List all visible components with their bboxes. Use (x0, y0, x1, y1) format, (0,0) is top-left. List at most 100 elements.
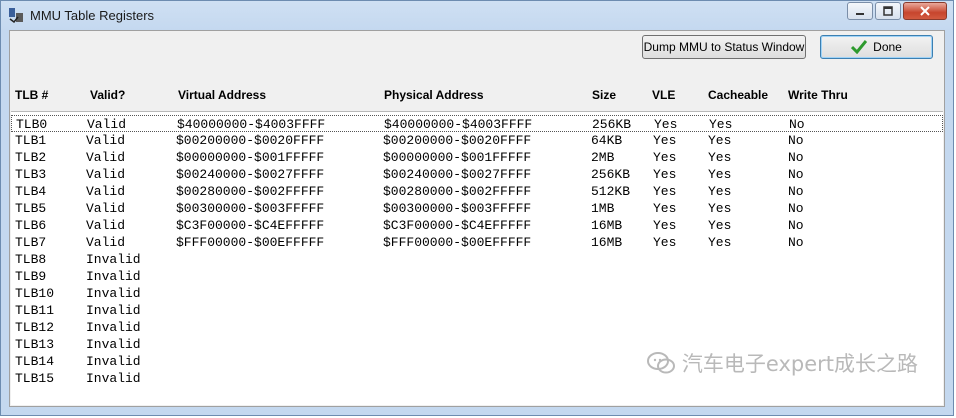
tlb-cell: TLB6 (15, 218, 47, 233)
title-bar[interactable]: MMU Table Registers (1, 1, 953, 29)
cacheable-cell: Yes (708, 150, 732, 165)
maximize-button[interactable] (875, 2, 901, 20)
table-row[interactable]: TLB4 Valid $00280000-$002FFFFF $00280000-$0… (11, 183, 943, 200)
size-cell: 256KB (592, 117, 632, 132)
write-thru-cell: No (789, 117, 805, 132)
tlb-cell: TLB12 (15, 320, 55, 335)
tlb-cell: TLB9 (15, 269, 47, 284)
header-vle[interactable]: VLE (652, 88, 675, 102)
physical-address-cell: $C3F00000-$C4EFFFFF (383, 218, 532, 233)
done-button[interactable]: Done (820, 35, 933, 59)
virtual-address-cell: $00200000-$0020FFFF (176, 133, 325, 148)
wechat-icon (646, 350, 676, 376)
valid-cell: Invalid (86, 252, 141, 267)
valid-cell: Valid (86, 133, 126, 148)
caption-buttons (847, 2, 947, 20)
window-title: MMU Table Registers (30, 7, 155, 23)
table-row[interactable]: TLB10 Invalid (11, 285, 943, 302)
maximize-icon (883, 6, 893, 16)
virtual-address-cell: $C3F00000-$C4EFFFFF (176, 218, 325, 233)
table-row[interactable]: TLB0 Valid $40000000-$4003FFFF $40000000-$4… (11, 115, 943, 132)
header-size[interactable]: Size (592, 88, 616, 102)
valid-cell: Invalid (86, 320, 141, 335)
valid-cell: Invalid (86, 354, 141, 369)
header-valid[interactable]: Valid? (90, 88, 125, 102)
tlb-cell: TLB10 (15, 286, 55, 301)
vle-cell: Yes (653, 218, 677, 233)
table-row[interactable]: TLB2 Valid $00000000-$001FFFFF $00000000-$0… (11, 149, 943, 166)
table-row[interactable]: TLB1 Valid $00200000-$0020FFFF $00200000-$0… (11, 132, 943, 149)
tlb-cell: TLB2 (15, 150, 47, 165)
tlb-cell: TLB7 (15, 235, 47, 250)
close-icon (920, 6, 930, 16)
table-row[interactable]: TLB9 Invalid (11, 268, 943, 285)
virtual-address-cell: $FFF00000-$00EFFFFF (176, 235, 325, 250)
write-thru-cell: No (788, 235, 804, 250)
size-cell: 64KB (591, 133, 623, 148)
table-row[interactable]: TLB5 Valid $00300000-$003FFFFF $00300000-$0… (11, 200, 943, 217)
size-cell: 256KB (591, 167, 631, 182)
header-tlb[interactable]: TLB # (15, 88, 48, 102)
vle-cell: Yes (653, 235, 677, 250)
dump-mmu-button[interactable]: Dump MMU to Status Window (642, 35, 806, 59)
tlb-cell: TLB0 (16, 117, 48, 132)
physical-address-cell: $00300000-$003FFFFF (383, 201, 532, 216)
valid-cell: Valid (87, 117, 127, 132)
virtual-address-cell: $00000000-$001FFFFF (176, 150, 325, 165)
valid-cell: Valid (86, 235, 126, 250)
header-virtual[interactable]: Virtual Address (178, 88, 266, 102)
checkmark-icon (851, 40, 868, 54)
header-physical[interactable]: Physical Address (384, 88, 484, 102)
mmu-app-icon (8, 7, 24, 23)
valid-cell: Invalid (86, 337, 141, 352)
vle-cell: Yes (653, 167, 677, 182)
table-row[interactable]: TLB11 Invalid (11, 302, 943, 319)
size-cell: 512KB (591, 184, 631, 199)
tlb-cell: TLB5 (15, 201, 47, 216)
valid-cell: Valid (86, 184, 126, 199)
watermark: 汽车电子expert成长之路 (646, 348, 918, 378)
physical-address-cell: $00000000-$001FFFFF (383, 150, 532, 165)
header-cacheable[interactable]: Cacheable (708, 88, 768, 102)
vle-cell: Yes (653, 184, 677, 199)
header-write-thru[interactable]: Write Thru (788, 88, 848, 102)
vle-cell: Yes (654, 117, 678, 132)
size-cell: 16MB (591, 218, 623, 233)
dialog-client-area: Dump MMU to Status Window Done TLB # Val… (9, 30, 945, 407)
tlb-cell: TLB8 (15, 252, 47, 267)
table-row[interactable]: TLB12 Invalid (11, 319, 943, 336)
done-button-label: Done (873, 40, 902, 54)
cacheable-cell: Yes (708, 167, 732, 182)
table-row[interactable]: TLB7 Valid $FFF00000-$00EFFFFF $FFF00000-$0… (11, 234, 943, 251)
tlb-cell: TLB14 (15, 354, 55, 369)
valid-cell: Invalid (86, 371, 141, 386)
tlb-cell: TLB15 (15, 371, 55, 386)
column-headers: TLB # Valid? Virtual Address Physical Ad… (10, 86, 944, 106)
virtual-address-cell: $00300000-$003FFFFF (176, 201, 325, 216)
cacheable-cell: Yes (708, 218, 732, 233)
write-thru-cell: No (788, 218, 804, 233)
write-thru-cell: No (788, 201, 804, 216)
table-row[interactable]: TLB6 Valid $C3F00000-$C4EFFFFF $C3F00000-$C… (11, 217, 943, 234)
tlb-cell: TLB1 (15, 133, 47, 148)
cacheable-cell: Yes (709, 117, 733, 132)
virtual-address-cell: $00240000-$0027FFFF (176, 167, 325, 182)
valid-cell: Valid (86, 218, 126, 233)
minimize-button[interactable] (847, 2, 873, 20)
size-cell: 16MB (591, 235, 623, 250)
watermark-text: 汽车电子expert成长之路 (681, 352, 918, 376)
cacheable-cell: Yes (708, 184, 732, 199)
mmu-table-window: MMU Table Registers Dump MMU to Status W… (0, 0, 954, 416)
table-row[interactable]: TLB3 Valid $00240000-$0027FFFF $00240000-$0… (11, 166, 943, 183)
vle-cell: Yes (653, 133, 677, 148)
physical-address-cell: $40000000-$4003FFFF (384, 117, 533, 132)
valid-cell: Invalid (86, 286, 141, 301)
valid-cell: Invalid (86, 303, 141, 318)
tlb-cell: TLB11 (15, 303, 55, 318)
physical-address-cell: $00200000-$0020FFFF (383, 133, 532, 148)
vle-cell: Yes (653, 201, 677, 216)
close-button[interactable] (903, 2, 947, 20)
physical-address-cell: $00240000-$0027FFFF (383, 167, 532, 182)
virtual-address-cell: $40000000-$4003FFFF (177, 117, 326, 132)
table-row[interactable]: TLB8 Invalid (11, 251, 943, 268)
